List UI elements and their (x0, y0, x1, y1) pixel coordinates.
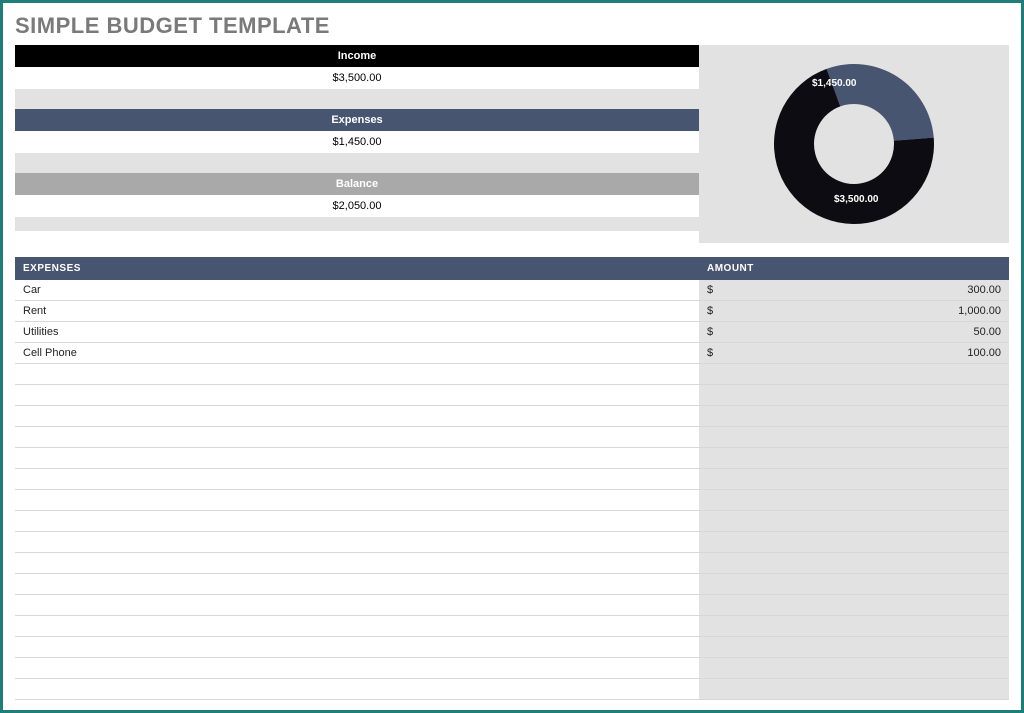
expense-name (15, 364, 699, 384)
expense-amount (699, 511, 1009, 531)
budget-template-frame: SIMPLE BUDGET TEMPLATE Income $3,500.00 … (0, 0, 1024, 713)
summary-column: Income $3,500.00 Expenses $1,450.00 Bala… (15, 45, 699, 243)
income-value: $3,500.00 (15, 67, 699, 89)
expense-name (15, 679, 699, 699)
expense-amount: $300.00 (699, 280, 1009, 300)
table-row[interactable]: Cell Phone$100.00 (15, 343, 1009, 364)
donut-chart-panel: $1,450.00 $3,500.00 (699, 45, 1009, 243)
expenses-table: EXPENSES AMOUNT Car$300.00Rent$1,000.00U… (3, 243, 1021, 710)
spacer (15, 217, 699, 231)
table-row[interactable] (15, 511, 1009, 532)
expense-amount (699, 595, 1009, 615)
expense-name (15, 595, 699, 615)
table-row[interactable] (15, 595, 1009, 616)
table-row[interactable] (15, 448, 1009, 469)
balance-value: $2,050.00 (15, 195, 699, 217)
expense-name (15, 406, 699, 426)
expense-name (15, 637, 699, 657)
table-row[interactable] (15, 637, 1009, 658)
expense-name (15, 616, 699, 636)
table-row[interactable]: Rent$1,000.00 (15, 301, 1009, 322)
table-body: Car$300.00Rent$1,000.00Utilities$50.00Ce… (15, 280, 1009, 700)
expense-amount (699, 658, 1009, 678)
expense-name (15, 469, 699, 489)
header-amount: AMOUNT (699, 257, 1009, 280)
expense-amount (699, 364, 1009, 384)
donut-label-income: $3,500.00 (834, 194, 879, 205)
expense-amount (699, 532, 1009, 552)
table-row[interactable] (15, 490, 1009, 511)
expense-amount (699, 679, 1009, 699)
summary-area: Income $3,500.00 Expenses $1,450.00 Bala… (3, 45, 1021, 243)
table-row[interactable] (15, 574, 1009, 595)
table-row[interactable] (15, 406, 1009, 427)
table-header: EXPENSES AMOUNT (15, 257, 1009, 280)
expense-name (15, 490, 699, 510)
expense-amount (699, 616, 1009, 636)
expense-amount (699, 469, 1009, 489)
table-row[interactable]: Car$300.00 (15, 280, 1009, 301)
expense-name: Car (15, 280, 699, 300)
expense-amount: $1,000.00 (699, 301, 1009, 321)
table-row[interactable] (15, 469, 1009, 490)
expense-name (15, 427, 699, 447)
income-label: Income (15, 45, 699, 67)
expense-amount (699, 427, 1009, 447)
table-row[interactable] (15, 679, 1009, 700)
expense-name: Rent (15, 301, 699, 321)
header-expenses: EXPENSES (15, 257, 699, 280)
spacer (15, 153, 699, 173)
page-title: SIMPLE BUDGET TEMPLATE (3, 3, 1021, 45)
expense-amount (699, 448, 1009, 468)
expenses-label: Expenses (15, 109, 699, 131)
table-row[interactable]: Utilities$50.00 (15, 322, 1009, 343)
expense-amount (699, 406, 1009, 426)
expense-amount (699, 490, 1009, 510)
expense-amount (699, 553, 1009, 573)
table-row[interactable] (15, 553, 1009, 574)
expense-name (15, 658, 699, 678)
spacer (15, 89, 699, 109)
expense-name (15, 511, 699, 531)
table-row[interactable] (15, 658, 1009, 679)
table-row[interactable] (15, 616, 1009, 637)
expense-amount: $100.00 (699, 343, 1009, 363)
expense-name (15, 448, 699, 468)
table-row[interactable] (15, 385, 1009, 406)
expense-amount (699, 637, 1009, 657)
balance-label: Balance (15, 173, 699, 195)
expense-name: Utilities (15, 322, 699, 342)
expense-name: Cell Phone (15, 343, 699, 363)
expenses-value: $1,450.00 (15, 131, 699, 153)
donut-label-expenses: $1,450.00 (812, 78, 857, 89)
expense-name (15, 532, 699, 552)
table-row[interactable] (15, 532, 1009, 553)
expense-amount (699, 574, 1009, 594)
expense-name (15, 574, 699, 594)
table-row[interactable] (15, 427, 1009, 448)
table-row[interactable] (15, 364, 1009, 385)
expense-amount (699, 385, 1009, 405)
expense-name (15, 385, 699, 405)
expense-name (15, 553, 699, 573)
expense-amount: $50.00 (699, 322, 1009, 342)
donut-chart: $1,450.00 $3,500.00 (764, 54, 944, 234)
